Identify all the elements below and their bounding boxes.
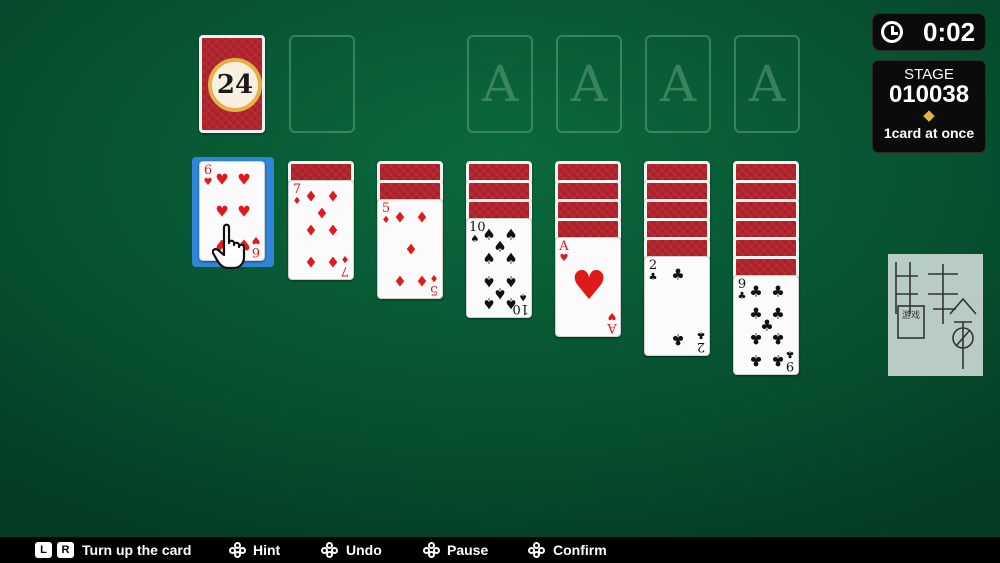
watermark-text: 游戏	[902, 309, 920, 321]
card-corner: 6 ♥	[203, 163, 213, 188]
spade-pip: ♠	[504, 249, 518, 268]
spade-pip: ♠	[504, 294, 518, 313]
diamond-pip: ♦	[326, 253, 340, 272]
foundation-label: A	[570, 55, 608, 113]
stage-number: 010038	[888, 81, 970, 108]
hint-button[interactable]: Hint	[253, 542, 280, 558]
foundation-label: A	[748, 55, 786, 113]
foundation-slot-3[interactable]: A	[645, 35, 711, 133]
card-corner: 2 ♣	[696, 329, 706, 354]
club-pip: ♣	[671, 330, 685, 349]
foundation-slot-2[interactable]: A	[556, 35, 622, 133]
diamond-pip: ♦	[393, 208, 407, 227]
undo-button[interactable]: Undo	[346, 542, 382, 558]
card-corner: 9 ♣	[737, 277, 747, 302]
stock-pile[interactable]: 24	[199, 35, 265, 133]
heart-pip: ♥	[571, 263, 607, 309]
club-pip: ♣	[771, 351, 785, 370]
foundation-slot-4[interactable]: A	[734, 35, 800, 133]
dpad-button-icon	[423, 542, 441, 558]
club-pip: ♣	[671, 265, 685, 284]
spade-pip: ♠	[482, 249, 496, 268]
heart-pip: ♥	[237, 202, 251, 221]
tableau-card-5-diamonds[interactable]: 5 ♦ 5 ♦ ♦ ♦ ♦ ♦ ♦	[377, 199, 443, 299]
card-corner: A ♥	[607, 310, 617, 335]
stock-count: 24	[216, 70, 254, 100]
foundation-label: A	[481, 55, 519, 113]
diamond-icon: ◆	[923, 107, 935, 124]
dpad-button-icon	[528, 542, 546, 558]
dpad-button-icon	[229, 542, 247, 558]
diamond-pip: ♦	[304, 221, 318, 240]
diamond-pip: ♦	[404, 240, 418, 259]
card-corner: 5 ♦	[381, 201, 391, 226]
diamond-pip: ♦	[304, 253, 318, 272]
tableau-card-ace-hearts[interactable]: A ♥ A ♥ ♥	[555, 237, 621, 337]
pause-button[interactable]: Pause	[447, 542, 488, 558]
diamond-pip: ♦	[326, 221, 340, 240]
diamond-pip: ♦	[326, 187, 340, 206]
heart-pip: ♥	[215, 170, 229, 189]
tableau-card-9-clubs[interactable]: 9 ♣ 9 ♣ ♣ ♣ ♣ ♣ ♣ ♣ ♣ ♣ ♣	[733, 275, 799, 375]
dpad-button-icon	[321, 542, 339, 558]
stage-panel: STAGE 010038 ◆ 1card at once	[872, 60, 986, 153]
diamond-pip: ♦	[415, 272, 429, 291]
controls-bar: L R Turn up the card Hint Undo Pause Con…	[0, 537, 1000, 563]
draw-mode: 1card at once	[883, 125, 975, 141]
foundation-slot-1[interactable]: A	[467, 35, 533, 133]
clock-icon	[881, 21, 903, 43]
club-pip: ♣	[749, 351, 763, 370]
diamond-pip: ♦	[393, 272, 407, 291]
card-corner: 7 ♦	[292, 182, 302, 207]
heart-pip: ♥	[237, 170, 251, 189]
heart-pip: ♥	[215, 202, 229, 221]
waste-slot[interactable]	[289, 35, 355, 133]
tableau-card-2-clubs[interactable]: 2 ♣ 2 ♣ ♣ ♣	[644, 256, 710, 356]
timer-value: 0:02	[923, 16, 976, 47]
club-pip: ♣	[771, 329, 785, 348]
confirm-button[interactable]: Confirm	[553, 542, 607, 558]
turn-up-label: Turn up the card	[82, 542, 192, 558]
l-button-key[interactable]: L	[35, 542, 52, 558]
diamond-pip: ♦	[415, 208, 429, 227]
card-corner: A ♥	[559, 239, 569, 264]
r-button-key[interactable]: R	[57, 542, 74, 558]
club-pip: ♣	[749, 282, 763, 301]
stock-count-badge: 24	[208, 58, 262, 112]
diamond-pip: ♦	[315, 204, 329, 223]
diamond-pip: ♦	[304, 187, 318, 206]
watermark-logo: 游戏	[888, 254, 983, 376]
club-pip: ♣	[771, 282, 785, 301]
club-pip: ♣	[749, 329, 763, 348]
timer-panel: 0:02	[872, 13, 986, 51]
card-corner: 10 ♠	[469, 220, 486, 245]
spade-pip: ♠	[482, 294, 496, 313]
foundation-label: A	[659, 55, 697, 113]
hand-cursor-icon	[212, 223, 246, 270]
tableau-card-7-diamonds[interactable]: 7 ♦ 7 ♦ ♦ ♦ ♦ ♦ ♦ ♦ ♦	[288, 180, 354, 280]
tableau-card-10-spades[interactable]: 10 ♠ 10 ♠ ♠ ♠ ♠ ♠ ♠ ♠ ♠ ♠ ♠ ♠	[466, 218, 532, 318]
card-corner: 2 ♣	[648, 258, 658, 283]
